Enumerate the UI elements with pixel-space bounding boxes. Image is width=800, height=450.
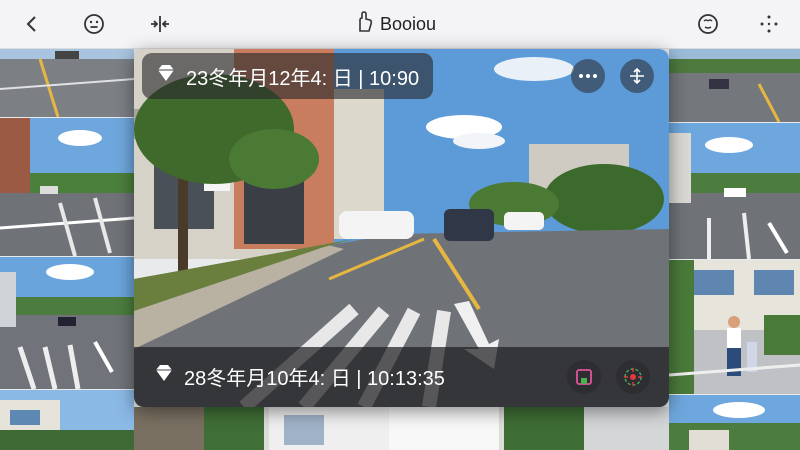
- thumbnail-street-right[interactable]: [669, 123, 800, 259]
- thumbnail-building[interactable]: [0, 390, 134, 450]
- diamond-icon: [154, 364, 174, 388]
- thumbnail-street[interactable]: [0, 118, 134, 256]
- photo-viewer-card[interactable]: 23冬年月12年4: 日 | 10:90 28冬年月10年4: 日 | 10:1…: [134, 49, 669, 407]
- split-arrows-icon[interactable]: [144, 8, 176, 40]
- top-timestamp: 23冬年月12年4: 日 | 10:90: [186, 67, 420, 90]
- drag-cross-icon[interactable]: [753, 8, 785, 40]
- save-icon[interactable]: [567, 360, 601, 394]
- bottom-timestamp: 28冬年月10年4: 日 | 10:13:35: [184, 367, 445, 390]
- smiley-icon[interactable]: [78, 8, 110, 40]
- face-circle-icon[interactable]: [692, 8, 724, 40]
- thumbnail-pedestrian[interactable]: [669, 260, 800, 394]
- move-arrows-icon[interactable]: [620, 59, 654, 93]
- top-timestamp-pill: 23冬年月12年4: 日 | 10:90: [142, 53, 434, 99]
- thumbnail-crosswalk[interactable]: [0, 257, 134, 389]
- bottom-timestamp-pill: 28冬年月10年4: 日 | 10:13:35: [140, 353, 459, 399]
- ellipsis-icon[interactable]: [571, 59, 605, 93]
- thumbnail-road-right[interactable]: [669, 49, 800, 122]
- page-title: Booiou: [354, 10, 437, 38]
- top-toolbar: Booiou: [0, 0, 800, 49]
- crosshair-icon[interactable]: [616, 360, 650, 394]
- hand-pointer-icon: [354, 10, 374, 38]
- thumbnail-road[interactable]: [0, 49, 134, 117]
- thumbnail-bottom-row[interactable]: [134, 407, 669, 450]
- thumbnail-sky[interactable]: [669, 395, 800, 450]
- app-title: Booiou: [380, 13, 437, 34]
- diamond-icon: [156, 64, 176, 88]
- chevron-left-icon[interactable]: [16, 8, 48, 40]
